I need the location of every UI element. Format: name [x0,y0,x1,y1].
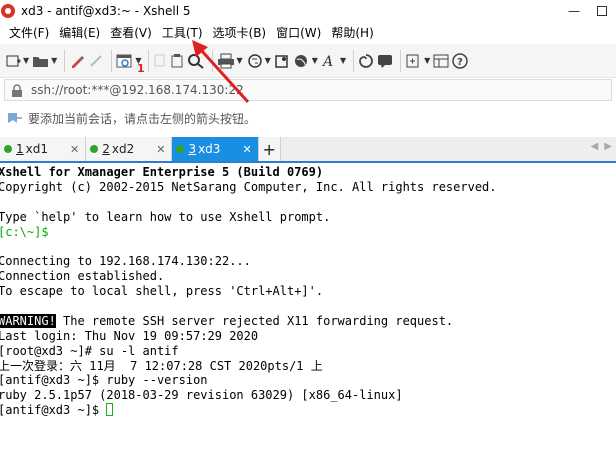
annotation-overlay [192,40,250,104]
annotation-arrow-line [199,48,250,104]
annotation-number: 1 [137,62,145,75]
